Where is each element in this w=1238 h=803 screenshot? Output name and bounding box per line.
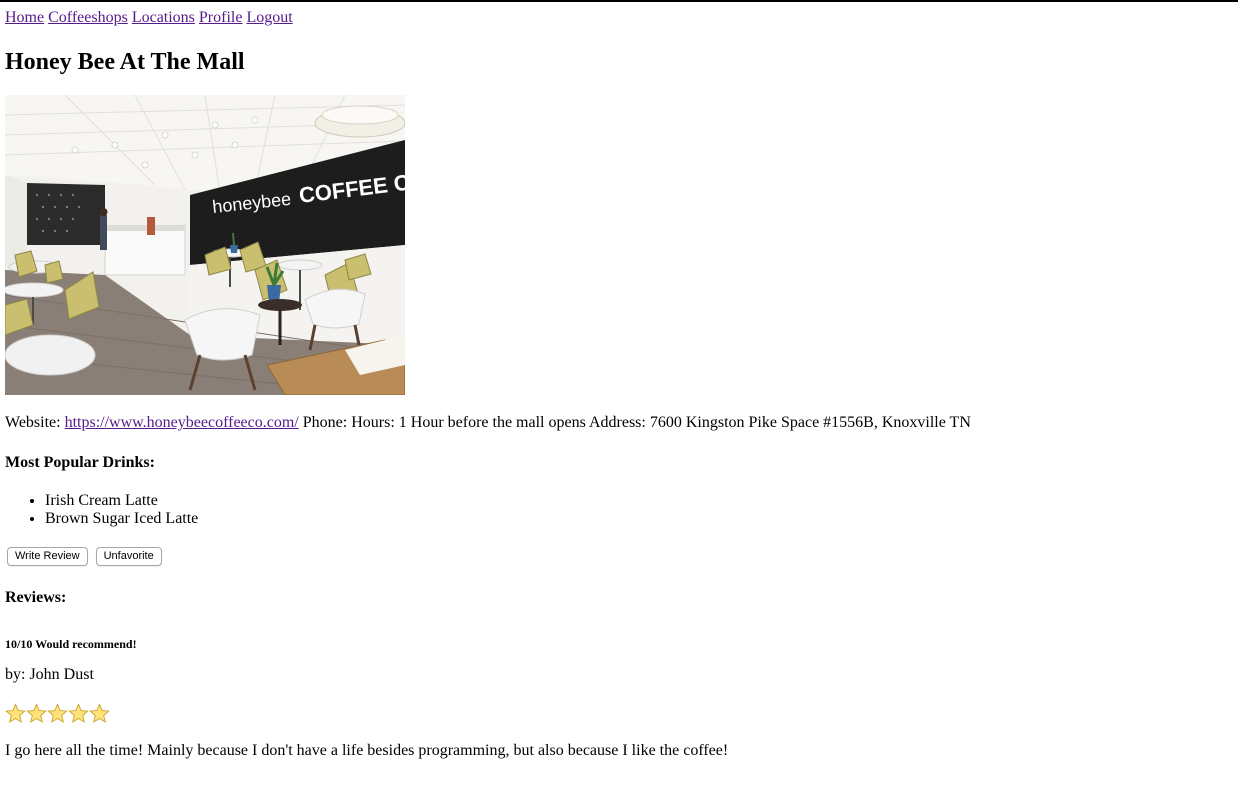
- website-label: Website:: [5, 414, 61, 431]
- review-author: by: John Dust: [5, 666, 94, 683]
- star-icon: [89, 703, 110, 723]
- nav-coffeeshops-link[interactable]: Coffeeshops: [48, 9, 128, 26]
- star-icon: [47, 703, 68, 723]
- write-review-button[interactable]: Write Review: [7, 547, 88, 566]
- review-title: 10/10 Would recommend!: [5, 637, 137, 651]
- shop-photo: honeybee COFFEE CO.: [5, 95, 405, 395]
- nav-locations-link[interactable]: Locations: [132, 9, 195, 26]
- star-icon: [5, 703, 26, 723]
- popular-drinks-list: Irish Cream Latte Brown Sugar Iced Latte: [5, 492, 198, 528]
- address-value: 7600 Kingston Pike Space #1556B, Knoxvil…: [649, 414, 971, 431]
- nav-logout-link[interactable]: Logout: [246, 9, 292, 26]
- list-item: Brown Sugar Iced Latte: [45, 510, 198, 528]
- page-content: Home Coffeeshops Locations Profile Logou…: [5, 8, 1230, 759]
- star-icon: [68, 703, 89, 723]
- hours-value: 1 Hour before the mall opens: [398, 414, 586, 431]
- review-rating: [5, 703, 110, 724]
- phone-label: Phone:: [302, 414, 348, 431]
- main-nav: Home Coffeeshops Locations Profile Logou…: [5, 8, 1230, 27]
- popular-drinks-heading: Most Popular Drinks:: [5, 454, 155, 471]
- action-buttons: Write Review Unfavorite: [7, 546, 166, 566]
- top-border: [0, 0, 1238, 2]
- unfavorite-button[interactable]: Unfavorite: [95, 547, 162, 566]
- shop-info: Website: https://www.honeybeecoffeeco.co…: [5, 413, 971, 432]
- nav-profile-link[interactable]: Profile: [199, 9, 243, 26]
- page-title: Honey Bee At The Mall: [5, 49, 245, 75]
- star-icon: [26, 703, 47, 723]
- reviews-heading: Reviews:: [5, 589, 67, 606]
- hours-label: Hours:: [351, 414, 395, 431]
- review-body: I go here all the time! Mainly because I…: [5, 742, 729, 759]
- website-link[interactable]: https://www.honeybeecoffeeco.com/: [65, 414, 299, 431]
- address-label: Address:: [588, 414, 646, 431]
- nav-home-link[interactable]: Home: [5, 9, 44, 26]
- list-item: Irish Cream Latte: [45, 492, 198, 510]
